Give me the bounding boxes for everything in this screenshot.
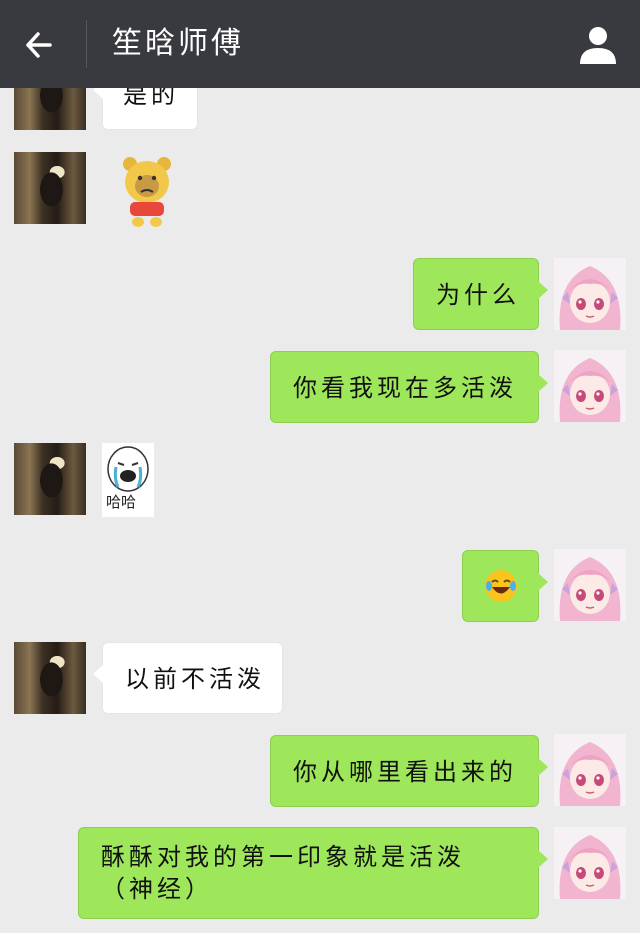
person-icon <box>580 27 616 64</box>
sent-message-bubble[interactable]: 为什么 <box>413 258 548 330</box>
contact-avatar[interactable] <box>14 152 86 224</box>
my-avatar[interactable] <box>554 549 626 621</box>
sent-message-bubble[interactable]: 酥酥对我的第一印象就是活泼（神经） <box>78 827 548 919</box>
my-avatar[interactable] <box>554 734 626 806</box>
sent-message-bubble[interactable] <box>462 550 548 622</box>
sent-message-bubble[interactable]: 你从哪里看出来的 <box>270 735 548 807</box>
back-arrow-icon <box>26 32 52 58</box>
my-avatar[interactable] <box>554 827 626 899</box>
chat-title: 笙晗师傅 <box>112 26 244 61</box>
chat-header: 笙晗师傅 <box>0 0 640 88</box>
crying-face-sticker[interactable]: 哈哈 <box>102 443 154 517</box>
contact-avatar[interactable] <box>14 443 86 515</box>
received-message-bubble[interactable]: 以前不活泼 <box>93 642 283 714</box>
laughing-crying-emoji <box>485 570 517 602</box>
sticker-caption: 哈哈 <box>106 493 137 511</box>
bear-face-sticker[interactable] <box>118 154 176 230</box>
sent-message-bubble[interactable]: 你看我现在多活泼 <box>270 351 548 423</box>
contact-avatar[interactable] <box>14 642 86 714</box>
my-avatar[interactable] <box>554 350 626 422</box>
header-divider <box>86 20 87 68</box>
back-button[interactable] <box>20 24 68 66</box>
my-avatar[interactable] <box>554 258 626 330</box>
profile-button[interactable] <box>576 22 620 66</box>
